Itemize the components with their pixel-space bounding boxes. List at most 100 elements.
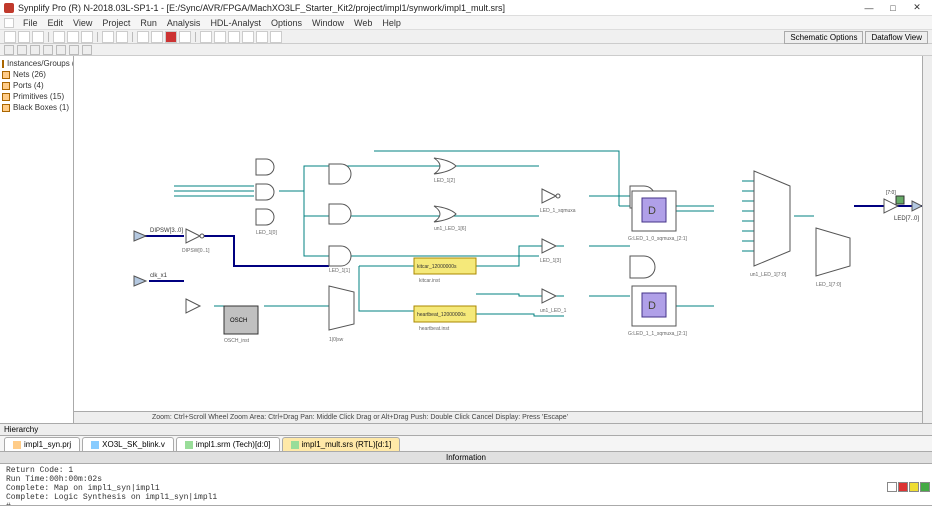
menu-web[interactable]: Web <box>349 18 377 28</box>
menu-window[interactable]: Window <box>307 18 349 28</box>
output-buf: [7:0] <box>884 190 904 213</box>
tree-label: Black Boxes (1) <box>13 103 69 112</box>
tool-cut-icon[interactable] <box>53 31 65 43</box>
folder-icon <box>2 82 10 90</box>
menu-view[interactable]: View <box>68 18 97 28</box>
menubar: File Edit View Project Run Analysis HDL-… <box>0 16 932 30</box>
tool-run-icon[interactable] <box>165 31 177 43</box>
tool-save-icon[interactable] <box>32 31 44 43</box>
menu-help[interactable]: Help <box>377 18 406 28</box>
gate-label: DIPSW[0..1] <box>182 248 210 254</box>
tree-ports[interactable]: Ports (4) <box>2 80 71 91</box>
tool-paste-icon[interactable] <box>81 31 93 43</box>
tree-label: Nets (26) <box>13 70 46 79</box>
schematic-canvas[interactable]: DIPSW[3..0] clk_x1 DIPSW[0..1] <box>74 56 922 411</box>
menu-analysis[interactable]: Analysis <box>162 18 206 28</box>
tool-zoom-icon[interactable] <box>151 31 163 43</box>
document-tabs: impl1_syn.prj XO3L_SK_blink.v impl1.srm … <box>0 436 932 452</box>
tree-primitives[interactable]: Primitives (15) <box>2 91 71 102</box>
gate-label: LED_1[3] <box>540 258 561 264</box>
not-gate: DIPSW[0..1] <box>182 229 210 254</box>
maximize-button[interactable]: □ <box>882 2 904 14</box>
sqmuxa1-label: G:LED_1_1_sqmuxa_[2:1] <box>628 331 688 337</box>
main-area: Instances/Groups (4) Nets (26) Ports (4)… <box>0 56 932 424</box>
and-gate-col1: LED_1[0] <box>256 159 277 236</box>
file-icon <box>91 441 99 449</box>
port-dipsw: DIPSW[3..0] <box>134 228 183 241</box>
schematic-options-button[interactable]: Schematic Options <box>784 31 863 44</box>
zoom-help-text: Zoom: Ctrl+Scroll Wheel Zoom Area: Ctrl+… <box>152 414 568 421</box>
tool-undo-icon[interactable] <box>102 31 114 43</box>
menu-options[interactable]: Options <box>266 18 307 28</box>
status-yellow-icon <box>909 482 919 492</box>
vertical-scrollbar[interactable] <box>922 56 932 423</box>
tool-open-icon[interactable] <box>18 31 30 43</box>
tool-b-icon[interactable] <box>214 31 226 43</box>
folder-icon <box>2 104 10 112</box>
tab-label: impl1_mult.srs (RTL)[d:1] <box>302 440 392 449</box>
tree-label: Primitives (15) <box>13 92 64 101</box>
mux-label: 1|0|sw <box>329 337 344 343</box>
heartbeat-block: heartbeat_12000000s heartbeat.inst <box>414 306 476 332</box>
tab-tech[interactable]: impl1.srm (Tech)[d:0] <box>176 437 280 451</box>
menu-edit[interactable]: Edit <box>43 18 69 28</box>
schematic-icon <box>291 441 299 449</box>
stool-back-icon[interactable] <box>4 45 14 55</box>
file-icon <box>13 441 21 449</box>
tree-nets[interactable]: Nets (26) <box>2 69 71 80</box>
kitcar-title: kitcar_12000000s <box>417 264 457 270</box>
hierarchy-tree[interactable]: Instances/Groups (4) Nets (26) Ports (4)… <box>0 56 74 423</box>
buf-mid: LED_1_sqmuxa LED_1[3] un1_LED_1 <box>540 189 576 314</box>
tool-stop-icon[interactable] <box>179 31 191 43</box>
console-output[interactable]: Return Code: 1 Run Time:00h:00m:02s Comp… <box>0 464 932 506</box>
tool-a-icon[interactable] <box>200 31 212 43</box>
menu-hdlanalyst[interactable]: HDL-Analyst <box>205 18 266 28</box>
stool-up-icon[interactable] <box>30 45 40 55</box>
tool-c-icon[interactable] <box>228 31 240 43</box>
tree-blackboxes[interactable]: Black Boxes (1) <box>2 102 71 113</box>
tree-instances[interactable]: Instances/Groups (4) <box>2 58 71 69</box>
schematic-svg: DIPSW[3..0] clk_x1 DIPSW[0..1] <box>74 56 922 411</box>
folder-icon <box>2 93 10 101</box>
tool-new-icon[interactable] <box>4 31 16 43</box>
sqmuxa0-label: G:LED_1_0_sqmuxa_[2:1] <box>628 236 688 242</box>
heartbeat-title: heartbeat_12000000s <box>417 312 466 318</box>
port-label: DIPSW[3..0] <box>150 228 183 234</box>
stool-full-icon[interactable] <box>82 45 92 55</box>
stool-zoomout-icon[interactable] <box>56 45 66 55</box>
tool-f-icon[interactable] <box>270 31 282 43</box>
folder-icon <box>2 60 4 68</box>
tab-prj[interactable]: impl1_syn.prj <box>4 437 80 451</box>
tool-find-icon[interactable] <box>137 31 149 43</box>
tool-copy-icon[interactable] <box>67 31 79 43</box>
tab-verilog[interactable]: XO3L_SK_blink.v <box>82 437 174 451</box>
stool-fit-icon[interactable] <box>69 45 79 55</box>
stool-zoomin-icon[interactable] <box>43 45 53 55</box>
tab-label: XO3L_SK_blink.v <box>102 440 165 449</box>
concat-label: un1_LED_1[7:0] <box>750 272 787 278</box>
tool-redo-icon[interactable] <box>116 31 128 43</box>
tree-label: Ports (4) <box>13 81 44 90</box>
menu-run[interactable]: Run <box>135 18 162 28</box>
tree-label: Instances/Groups (4) <box>7 59 74 68</box>
close-button[interactable]: ✕ <box>906 2 928 14</box>
gate-label: LED_1[1] <box>329 268 350 274</box>
window-buttons: — □ ✕ <box>858 2 928 14</box>
tab-rtl[interactable]: impl1_mult.srs (RTL)[d:1] <box>282 437 401 451</box>
stool-fwd-icon[interactable] <box>17 45 27 55</box>
or-gate-mid: LED_1[2] un1_LED_1[6] <box>434 158 467 232</box>
tool-d-icon[interactable] <box>242 31 254 43</box>
menu-file[interactable]: File <box>18 18 43 28</box>
view-mode-buttons: Schematic Options Dataflow View <box>784 31 928 44</box>
menu-project[interactable]: Project <box>97 18 135 28</box>
separator <box>195 32 196 42</box>
dataflow-view-button[interactable]: Dataflow View <box>865 31 928 44</box>
toolbar-schematic <box>0 44 932 56</box>
tab-label: impl1_syn.prj <box>24 440 71 449</box>
heartbeat-inst: heartbeat.inst <box>419 326 450 332</box>
minimize-button[interactable]: — <box>858 2 880 14</box>
mux-small <box>329 286 354 330</box>
tool-e-icon[interactable] <box>256 31 268 43</box>
gate-label: LED_1[2] <box>434 178 455 184</box>
schematic-icon <box>185 441 193 449</box>
